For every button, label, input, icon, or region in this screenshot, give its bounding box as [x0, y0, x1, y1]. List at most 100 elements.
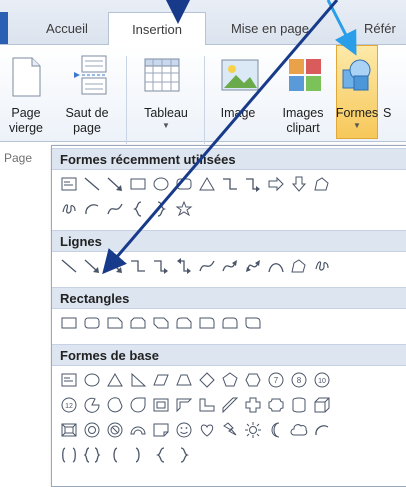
dropdown-caret-icon: ▼ — [162, 121, 170, 130]
decagon-icon[interactable]: 10 — [311, 369, 333, 391]
triangle-icon[interactable] — [104, 369, 126, 391]
heart-icon[interactable] — [196, 419, 218, 441]
elbow-double-arrow-icon[interactable] — [173, 255, 195, 277]
octagon-icon[interactable]: 8 — [288, 369, 310, 391]
double-brace-icon[interactable] — [81, 444, 103, 466]
images-clipart-button[interactable]: Images clipart — [270, 106, 336, 136]
snip-same-icon[interactable] — [127, 312, 149, 334]
tab-mise-en-page[interactable]: Mise en page — [214, 13, 326, 43]
parallelogram-icon[interactable] — [150, 369, 172, 391]
text-box-icon[interactable] — [58, 173, 80, 195]
can-icon[interactable] — [288, 394, 310, 416]
curved-arrow-icon[interactable] — [219, 255, 241, 277]
double-bracket-icon[interactable] — [58, 444, 80, 466]
round-diag-icon[interactable] — [242, 312, 264, 334]
right-brace-icon[interactable] — [150, 198, 172, 220]
double-arrow-icon[interactable] — [104, 255, 126, 277]
cross-icon[interactable] — [242, 394, 264, 416]
arc-icon[interactable] — [311, 419, 333, 441]
scribble-icon[interactable] — [311, 255, 333, 277]
image-icon[interactable] — [220, 57, 260, 95]
shapes-icon[interactable] — [340, 56, 374, 94]
cloud-icon[interactable] — [288, 419, 310, 441]
clipart-icon[interactable] — [287, 57, 323, 93]
sun-icon[interactable] — [242, 419, 264, 441]
arc-icon[interactable] — [81, 198, 103, 220]
right-arrow-icon[interactable] — [265, 173, 287, 195]
page-vierge-button[interactable] — [2, 0, 50, 98]
round-same-icon[interactable] — [219, 312, 241, 334]
bevel-icon[interactable] — [58, 419, 80, 441]
group-separator — [126, 56, 127, 144]
freeform-icon[interactable] — [311, 173, 333, 195]
frame-icon[interactable] — [150, 394, 172, 416]
scribble-icon[interactable] — [58, 198, 80, 220]
rectangle-icon[interactable] — [127, 173, 149, 195]
star-icon[interactable] — [173, 198, 195, 220]
formes-button[interactable]: Formes ▼ — [334, 106, 380, 131]
heptagon-icon[interactable]: 7 — [265, 369, 287, 391]
freeform-icon[interactable] — [288, 255, 310, 277]
next-button-partial[interactable]: S — [383, 106, 391, 120]
left-brace-icon[interactable] — [150, 444, 172, 466]
round-one-icon[interactable] — [196, 312, 218, 334]
triangle-icon[interactable] — [196, 173, 218, 195]
svg-text:10: 10 — [318, 378, 326, 385]
elbow-icon[interactable] — [127, 255, 149, 277]
tableau-button[interactable]: Tableau ▼ — [136, 106, 196, 131]
text-box-icon[interactable] — [58, 369, 80, 391]
curve-icon[interactable] — [104, 198, 126, 220]
no-symbol-icon[interactable] — [104, 419, 126, 441]
moon-icon[interactable] — [265, 419, 287, 441]
rounded-rectangle-icon[interactable] — [173, 173, 195, 195]
curved-double-arrow-icon[interactable] — [242, 255, 264, 277]
image-button[interactable]: Image — [212, 106, 264, 120]
block-arc-icon[interactable] — [127, 419, 149, 441]
donut-icon[interactable] — [81, 419, 103, 441]
arrow-icon[interactable] — [81, 255, 103, 277]
hexagon-icon[interactable] — [242, 369, 264, 391]
chord-icon[interactable] — [104, 394, 126, 416]
snip-round-icon[interactable] — [173, 312, 195, 334]
arc-curve-icon[interactable] — [265, 255, 287, 277]
tab-insertion[interactable]: Insertion — [108, 12, 206, 46]
diamond-icon[interactable] — [196, 369, 218, 391]
plaque-icon[interactable] — [265, 394, 287, 416]
smiley-icon[interactable] — [173, 419, 195, 441]
page-break-icon[interactable] — [70, 54, 110, 96]
left-brace-icon[interactable] — [127, 198, 149, 220]
basic-shapes-header: Formes de base — [52, 344, 406, 366]
elbow-arrow-icon[interactable] — [150, 255, 172, 277]
l-shape-icon[interactable] — [196, 394, 218, 416]
table-icon[interactable] — [143, 57, 181, 95]
down-arrow-icon[interactable] — [288, 173, 310, 195]
pie-icon[interactable] — [81, 394, 103, 416]
rounded-icon[interactable] — [81, 312, 103, 334]
folded-corner-icon[interactable] — [150, 419, 172, 441]
tab-references[interactable]: Référ — [340, 13, 406, 43]
pentagon-icon[interactable] — [219, 369, 241, 391]
right-brace-icon[interactable] — [173, 444, 195, 466]
teardrop-icon[interactable] — [127, 394, 149, 416]
snip-one-icon[interactable] — [104, 312, 126, 334]
arrow-line-icon[interactable] — [104, 173, 126, 195]
curve-icon[interactable] — [196, 255, 218, 277]
oval-icon[interactable] — [150, 173, 172, 195]
line-icon[interactable] — [81, 173, 103, 195]
rectangle-icon[interactable] — [58, 312, 80, 334]
oval-icon[interactable] — [81, 369, 103, 391]
diagonal-stripe-icon[interactable] — [219, 394, 241, 416]
right-bracket-icon[interactable] — [127, 444, 149, 466]
elbow-arrow-icon[interactable] — [242, 173, 264, 195]
half-frame-icon[interactable] — [173, 394, 195, 416]
dodecagon-icon[interactable]: 12 — [58, 394, 80, 416]
trapezoid-icon[interactable] — [173, 369, 195, 391]
line-icon[interactable] — [58, 255, 80, 277]
right-triangle-icon[interactable] — [127, 369, 149, 391]
snip-diag-icon[interactable] — [150, 312, 172, 334]
saut-de-page-button[interactable]: Saut de page — [56, 106, 118, 136]
elbow-connector-icon[interactable] — [219, 173, 241, 195]
lightning-icon[interactable] — [219, 419, 241, 441]
left-bracket-icon[interactable] — [104, 444, 126, 466]
cube-icon[interactable] — [311, 394, 333, 416]
